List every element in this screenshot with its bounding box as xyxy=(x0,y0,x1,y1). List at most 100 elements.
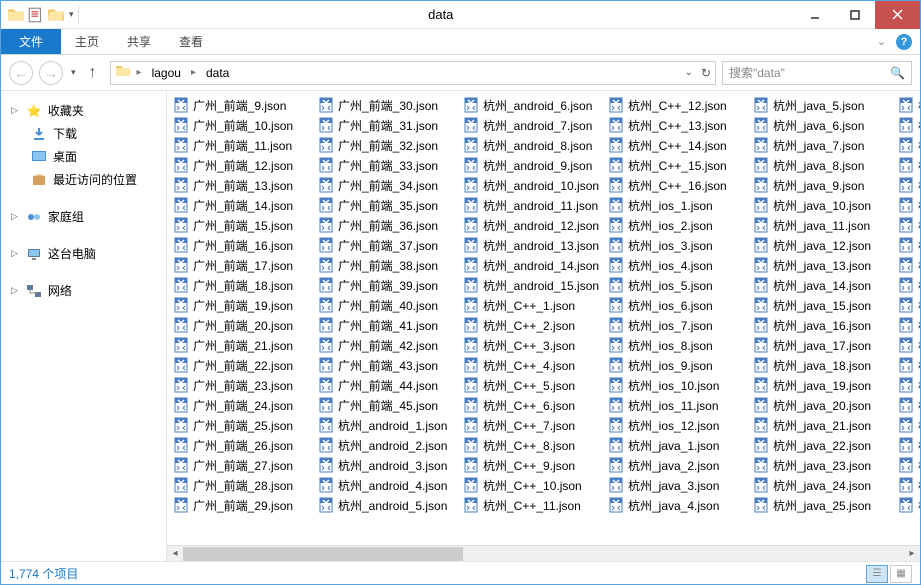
file-item[interactable]: 杭州_java_24.json xyxy=(751,475,896,495)
file-item[interactable]: 杭 xyxy=(896,275,920,295)
file-item[interactable]: 广州_前端_33.json xyxy=(316,155,461,175)
breadcrumb-separator[interactable]: ▸ xyxy=(137,67,142,78)
file-item[interactable]: 杭 xyxy=(896,135,920,155)
file-item[interactable]: 杭州_java_25.json xyxy=(751,495,896,515)
file-item[interactable]: 杭州_ios_1.json xyxy=(606,195,751,215)
file-item[interactable]: 广州_前端_19.json xyxy=(171,295,316,315)
file-item[interactable]: 杭州_C++_1.json xyxy=(461,295,606,315)
file-item[interactable]: 杭州_C++_3.json xyxy=(461,335,606,355)
file-item[interactable]: 杭 xyxy=(896,195,920,215)
file-item[interactable]: 杭州_C++_5.json xyxy=(461,375,606,395)
sidebar-homegroup[interactable]: ▷ 家庭组 xyxy=(5,205,162,228)
file-item[interactable]: 杭州_java_2.json xyxy=(606,455,751,475)
file-item[interactable]: 杭州_java_6.json xyxy=(751,115,896,135)
file-item[interactable]: 杭州_android_15.json xyxy=(461,275,606,295)
scroll-left-icon[interactable]: ◂ xyxy=(167,546,183,562)
scroll-thumb[interactable] xyxy=(183,547,463,561)
file-item[interactable]: 广州_前端_24.json xyxy=(171,395,316,415)
collapse-icon[interactable]: ▷ xyxy=(11,285,18,296)
file-item[interactable]: 杭州_android_4.json xyxy=(316,475,461,495)
file-item[interactable]: 广州_前端_25.json xyxy=(171,415,316,435)
file-item[interactable]: 杭 xyxy=(896,255,920,275)
file-item[interactable]: 杭州_java_23.json xyxy=(751,455,896,475)
file-item[interactable]: 杭州_java_21.json xyxy=(751,415,896,435)
file-item[interactable]: 杭州_C++_16.json xyxy=(606,175,751,195)
file-item[interactable]: 广州_前端_26.json xyxy=(171,435,316,455)
refresh-icon[interactable]: ↻ xyxy=(701,66,711,80)
file-item[interactable]: 广州_前端_38.json xyxy=(316,255,461,275)
file-item[interactable]: 杭州_android_3.json xyxy=(316,455,461,475)
file-item[interactable]: 广州_前端_45.json xyxy=(316,395,461,415)
file-item[interactable]: 杭州_ios_6.json xyxy=(606,295,751,315)
file-item[interactable]: 广州_前端_12.json xyxy=(171,155,316,175)
file-item[interactable]: 杭州_java_8.json xyxy=(751,155,896,175)
file-item[interactable]: 广州_前端_9.json xyxy=(171,95,316,115)
file-item[interactable]: 广州_前端_42.json xyxy=(316,335,461,355)
ribbon-expand-icon[interactable]: ⌄ xyxy=(877,35,886,48)
file-item[interactable]: 广州_前端_15.json xyxy=(171,215,316,235)
file-item[interactable]: 广州_前端_34.json xyxy=(316,175,461,195)
file-item[interactable]: 杭州_ios_11.json xyxy=(606,395,751,415)
file-item[interactable]: 广州_前端_30.json xyxy=(316,95,461,115)
address-dropdown-icon[interactable]: ⌄ xyxy=(685,67,693,78)
file-item[interactable]: 杭州_java_10.json xyxy=(751,195,896,215)
file-item[interactable]: 广州_前端_31.json xyxy=(316,115,461,135)
file-item[interactable]: 广州_前端_20.json xyxy=(171,315,316,335)
horizontal-scrollbar[interactable]: ◂ ▸ xyxy=(167,545,920,561)
file-item[interactable]: 杭州_C++_7.json xyxy=(461,415,606,435)
file-item[interactable]: 杭州_java_15.json xyxy=(751,295,896,315)
file-item[interactable]: 杭州_C++_9.json xyxy=(461,455,606,475)
close-button[interactable] xyxy=(875,1,920,29)
view-details-button[interactable]: ☰ xyxy=(866,565,888,583)
sidebar-item-desktop[interactable]: 桌面 xyxy=(5,145,162,168)
view-icons-button[interactable]: ▦ xyxy=(890,565,912,583)
file-item[interactable]: 广州_前端_35.json xyxy=(316,195,461,215)
file-item[interactable]: 广州_前端_41.json xyxy=(316,315,461,335)
file-item[interactable]: 杭 xyxy=(896,235,920,255)
file-item[interactable]: 杭州_C++_14.json xyxy=(606,135,751,155)
breadcrumb-separator[interactable]: ▸ xyxy=(191,67,196,78)
file-item[interactable]: 杭 xyxy=(896,375,920,395)
file-item[interactable]: 杭州_java_7.json xyxy=(751,135,896,155)
file-item[interactable]: 杭州_java_11.json xyxy=(751,215,896,235)
file-item[interactable]: 广州_前端_22.json xyxy=(171,355,316,375)
file-item[interactable]: 广州_前端_44.json xyxy=(316,375,461,395)
file-item[interactable]: 杭 xyxy=(896,355,920,375)
file-item[interactable]: 杭州_java_13.json xyxy=(751,255,896,275)
file-item[interactable]: 杭 xyxy=(896,435,920,455)
back-button[interactable]: ← xyxy=(9,61,33,85)
file-item[interactable]: 广州_前端_18.json xyxy=(171,275,316,295)
file-item[interactable]: 杭州_android_8.json xyxy=(461,135,606,155)
file-item[interactable]: 杭州_android_13.json xyxy=(461,235,606,255)
file-item[interactable]: 广州_前端_21.json xyxy=(171,335,316,355)
file-item[interactable]: 杭州_java_5.json xyxy=(751,95,896,115)
up-button[interactable]: ↑ xyxy=(82,62,104,84)
file-item[interactable]: 杭州_java_1.json xyxy=(606,435,751,455)
file-item[interactable]: 杭州_android_6.json xyxy=(461,95,606,115)
file-item[interactable]: 杭州_java_9.json xyxy=(751,175,896,195)
file-item[interactable]: 杭州_java_12.json xyxy=(751,235,896,255)
file-item[interactable]: 广州_前端_23.json xyxy=(171,375,316,395)
file-item[interactable]: 杭州_java_18.json xyxy=(751,355,896,375)
file-item[interactable]: 杭州_android_9.json xyxy=(461,155,606,175)
file-item[interactable]: 杭 xyxy=(896,155,920,175)
file-item[interactable]: 杭 xyxy=(896,475,920,495)
forward-button[interactable]: → xyxy=(39,61,63,85)
ribbon-tab-share[interactable]: 共享 xyxy=(113,29,165,54)
file-item[interactable]: 广州_前端_29.json xyxy=(171,495,316,515)
file-item[interactable]: 杭州_android_14.json xyxy=(461,255,606,275)
file-item[interactable]: 杭州_C++_13.json xyxy=(606,115,751,135)
file-item[interactable]: 杭 xyxy=(896,115,920,135)
file-item[interactable]: 杭州_ios_10.json xyxy=(606,375,751,395)
file-item[interactable]: 广州_前端_16.json xyxy=(171,235,316,255)
file-item[interactable]: 杭州_ios_9.json xyxy=(606,355,751,375)
file-item[interactable]: 杭州_java_3.json xyxy=(606,475,751,495)
file-item[interactable]: 杭州_java_22.json xyxy=(751,435,896,455)
file-item[interactable]: 杭 xyxy=(896,415,920,435)
collapse-icon[interactable]: ▷ xyxy=(11,248,18,259)
help-icon[interactable]: ? xyxy=(896,34,912,50)
sidebar-item-downloads[interactable]: 下载 xyxy=(5,122,162,145)
file-item[interactable]: 广州_前端_37.json xyxy=(316,235,461,255)
file-item[interactable]: 杭 xyxy=(896,215,920,235)
file-item[interactable]: 杭州_java_16.json xyxy=(751,315,896,335)
